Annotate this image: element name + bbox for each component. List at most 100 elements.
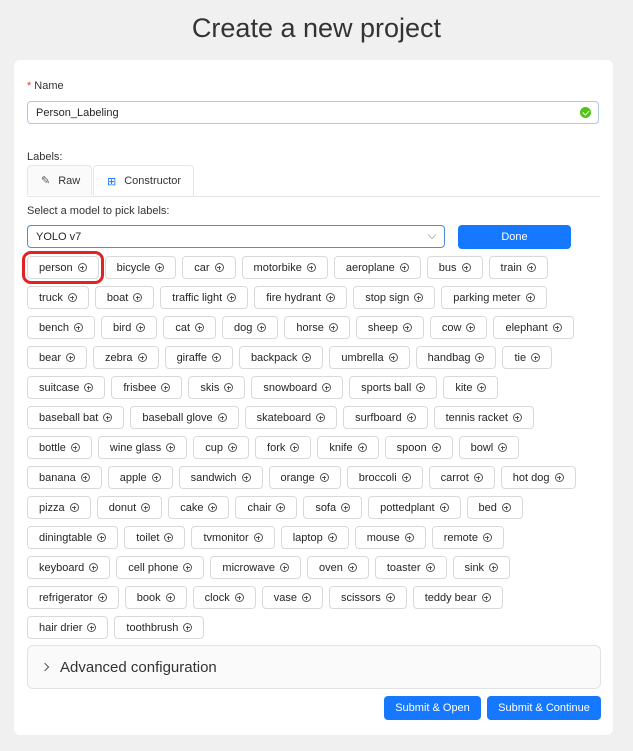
label-chip-stop-sign[interactable]: stop sign bbox=[353, 286, 436, 309]
label-chip-car[interactable]: car bbox=[182, 256, 236, 279]
label-chip-vase[interactable]: vase bbox=[261, 586, 323, 609]
label-chip-sofa[interactable]: sofa bbox=[303, 496, 363, 519]
label-chip-baseball-bat[interactable]: baseball bat bbox=[27, 406, 125, 429]
label-chip-zebra[interactable]: zebra bbox=[93, 346, 159, 369]
label-chip-kite[interactable]: kite bbox=[443, 376, 499, 399]
label-chip-tvmonitor[interactable]: tvmonitor bbox=[191, 526, 275, 549]
label-chip-tennis-racket[interactable]: tennis racket bbox=[433, 406, 534, 429]
label-chip-suitcase[interactable]: suitcase bbox=[27, 376, 106, 399]
label-chip-fork[interactable]: fork bbox=[255, 436, 312, 459]
label-chip-boat[interactable]: boat bbox=[94, 286, 155, 309]
label-chip-hot-dog[interactable]: hot dog bbox=[500, 466, 576, 489]
plus-circle-icon bbox=[531, 353, 541, 362]
label-chip-cake[interactable]: cake bbox=[168, 496, 230, 519]
label-chip-keyboard[interactable]: keyboard bbox=[27, 556, 111, 579]
label-chip-sheep[interactable]: sheep bbox=[355, 316, 424, 339]
tab-constructor[interactable]: ⊞ Constructor bbox=[93, 165, 194, 196]
label-chip-apple[interactable]: apple bbox=[107, 466, 173, 489]
label-chip-truck[interactable]: truck bbox=[27, 286, 89, 309]
label-chip-chair[interactable]: chair bbox=[235, 496, 298, 519]
label-chip-skis[interactable]: skis bbox=[188, 376, 246, 399]
label-chip-fire-hydrant[interactable]: fire hydrant bbox=[254, 286, 348, 309]
label-chip-frisbee[interactable]: frisbee bbox=[111, 376, 183, 399]
label-chip-handbag[interactable]: handbag bbox=[415, 346, 497, 369]
label-chip-backpack[interactable]: backpack bbox=[238, 346, 324, 369]
label-chip-cow[interactable]: cow bbox=[429, 316, 488, 339]
label-chip-laptop[interactable]: laptop bbox=[280, 526, 349, 549]
plus-circle-icon bbox=[73, 323, 83, 332]
plus-circle-icon bbox=[280, 563, 289, 572]
label-chip-cat[interactable]: cat bbox=[163, 316, 217, 339]
plus-circle-icon bbox=[401, 473, 411, 482]
label-chip-traffic-light[interactable]: traffic light bbox=[160, 286, 249, 309]
name-input[interactable]: Person_Labeling bbox=[27, 101, 599, 124]
label-chip-bicycle[interactable]: bicycle bbox=[104, 256, 177, 279]
label-chip-text: broccoli bbox=[358, 471, 397, 484]
label-chip-sink[interactable]: sink bbox=[452, 556, 511, 579]
label-chip-broccoli[interactable]: broccoli bbox=[346, 466, 423, 489]
label-chip-refrigerator[interactable]: refrigerator bbox=[27, 586, 119, 609]
label-chip-surfboard[interactable]: surfboard bbox=[343, 406, 428, 429]
label-chip-giraffe[interactable]: giraffe bbox=[164, 346, 233, 369]
label-chip-skateboard[interactable]: skateboard bbox=[244, 406, 338, 429]
label-chip-tie[interactable]: tie bbox=[502, 346, 553, 369]
label-chip-bear[interactable]: bear bbox=[27, 346, 88, 369]
label-chip-cell-phone[interactable]: cell phone bbox=[116, 556, 205, 579]
label-chip-person[interactable]: person bbox=[22, 251, 104, 284]
label-chip-baseball-glove[interactable]: baseball glove bbox=[130, 406, 239, 429]
label-chip-mouse[interactable]: mouse bbox=[354, 526, 426, 549]
label-chip-bottle[interactable]: bottle bbox=[27, 436, 92, 459]
label-chip-wine-glass[interactable]: wine glass bbox=[97, 436, 188, 459]
label-chip-train[interactable]: train bbox=[488, 256, 548, 279]
label-chip-snowboard[interactable]: snowboard bbox=[251, 376, 344, 399]
label-chip-pizza[interactable]: pizza bbox=[27, 496, 91, 519]
label-chip-row: truck boat traffic light fire hydrant stop s… bbox=[27, 286, 607, 310]
label-chip-toilet[interactable]: toilet bbox=[124, 526, 186, 549]
label-chip-bed[interactable]: bed bbox=[466, 496, 523, 519]
label-chip-text: tie bbox=[514, 351, 527, 364]
label-chip-bus[interactable]: bus bbox=[426, 256, 483, 279]
label-chip-bench[interactable]: bench bbox=[27, 316, 95, 339]
label-chip-teddy-bear[interactable]: teddy bear bbox=[412, 586, 503, 609]
label-chip-parking-meter[interactable]: parking meter bbox=[441, 286, 547, 309]
label-chip-aeroplane[interactable]: aeroplane bbox=[333, 256, 421, 279]
label-chip-sports-ball[interactable]: sports ball bbox=[349, 376, 438, 399]
label-chip-cup[interactable]: cup bbox=[193, 436, 250, 459]
label-chip-pottedplant[interactable]: pottedplant bbox=[368, 496, 461, 519]
tab-raw[interactable]: ✎ Raw bbox=[27, 165, 92, 195]
label-chip-spoon[interactable]: spoon bbox=[384, 436, 453, 459]
label-chip-microwave[interactable]: microwave bbox=[210, 556, 301, 579]
label-chip-bowl[interactable]: bowl bbox=[458, 436, 520, 459]
plus-circle-icon bbox=[347, 563, 357, 572]
plus-circle-icon bbox=[341, 503, 351, 512]
label-chip-banana[interactable]: banana bbox=[27, 466, 102, 489]
label-chip-remote[interactable]: remote bbox=[431, 526, 504, 549]
label-chip-donut[interactable]: donut bbox=[96, 496, 163, 519]
label-chip-motorbike[interactable]: motorbike bbox=[241, 256, 328, 279]
label-chip-scissors[interactable]: scissors bbox=[328, 586, 407, 609]
label-chip-umbrella[interactable]: umbrella bbox=[329, 346, 410, 369]
model-select[interactable]: YOLO v7 bbox=[27, 225, 445, 248]
label-chip-diningtable[interactable]: diningtable bbox=[27, 526, 119, 549]
label-chip-bird[interactable]: bird bbox=[100, 316, 158, 339]
submit-open-button[interactable]: Submit & Open bbox=[384, 696, 481, 720]
label-chip-toothbrush[interactable]: toothbrush bbox=[114, 616, 205, 639]
label-chip-book[interactable]: book bbox=[124, 586, 187, 609]
label-chip-clock[interactable]: clock bbox=[192, 586, 256, 609]
label-chip-toaster[interactable]: toaster bbox=[374, 556, 447, 579]
label-chip-sandwich[interactable]: sandwich bbox=[178, 466, 263, 489]
label-chip-hair-drier[interactable]: hair drier bbox=[27, 616, 109, 639]
label-chip-oven[interactable]: oven bbox=[307, 556, 369, 579]
label-chip-knife[interactable]: knife bbox=[317, 436, 379, 459]
plus-circle-icon bbox=[77, 263, 87, 272]
label-chip-horse[interactable]: horse bbox=[284, 316, 350, 339]
submit-continue-button[interactable]: Submit & Continue bbox=[487, 696, 601, 720]
label-chip-dog[interactable]: dog bbox=[222, 316, 279, 339]
plus-circle-icon bbox=[69, 503, 79, 512]
advanced-configuration-toggle[interactable]: Advanced configuration bbox=[27, 645, 601, 689]
done-button[interactable]: Done bbox=[458, 225, 571, 249]
tab-constructor-label: Constructor bbox=[124, 175, 182, 187]
label-chip-orange[interactable]: orange bbox=[268, 466, 341, 489]
label-chip-carrot[interactable]: carrot bbox=[428, 466, 495, 489]
label-chip-elephant[interactable]: elephant bbox=[493, 316, 574, 339]
